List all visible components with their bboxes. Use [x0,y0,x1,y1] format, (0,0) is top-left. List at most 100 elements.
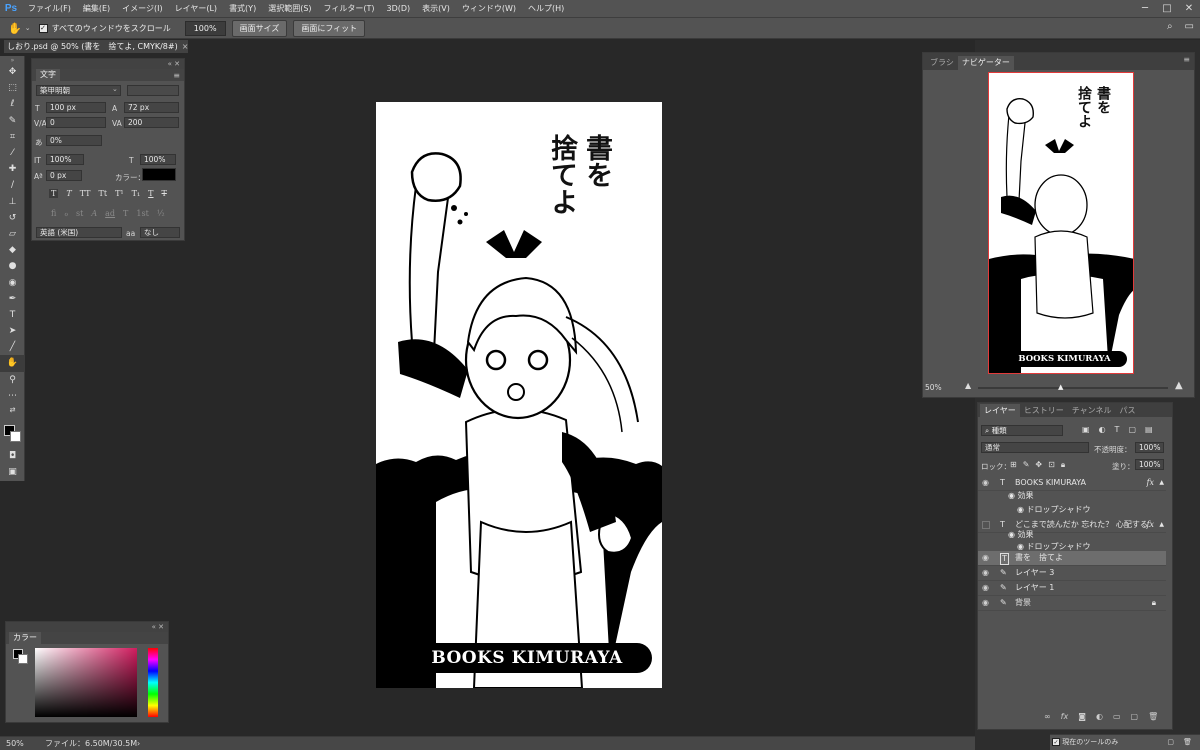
layer-fx-badge[interactable]: fx [1147,518,1154,532]
effect-row[interactable]: ◉ ドロップシャドウ [1017,504,1091,515]
screen-size-button[interactable]: 画面サイズ [231,19,288,37]
scroll-all-checkbox[interactable]: ✓ [38,23,48,33]
status-zoom[interactable]: 50% [6,737,24,750]
layer-row[interactable]: ◉ ✎ 背景 🔒︎ [978,596,1166,611]
expand-effects-icon[interactable]: ▲ [1159,476,1164,490]
brush-tool-icon[interactable]: ∕ [0,177,25,193]
blend-mode-dropdown[interactable]: 通常 [981,442,1089,453]
visibility-eye-icon[interactable]: ◉ [1008,530,1018,539]
new-adjustment-icon[interactable]: ◐ [1096,712,1103,721]
baseline-shift-field[interactable]: 0 px [46,170,82,181]
navigator-zoom-slider[interactable] [978,387,1168,389]
new-layer-icon[interactable]: ▢ [1131,712,1139,721]
visibility-eye-icon[interactable]: ◉ [982,596,989,610]
visibility-eye-icon[interactable]: ◉ [982,476,989,490]
lock-transparent-icon[interactable]: ⊞ [1010,460,1017,470]
visibility-eye-icon[interactable]: ◉ [982,581,989,595]
workspace-icon[interactable]: ▭ [1185,21,1194,32]
ordinals-alt-button[interactable]: ad [105,209,115,218]
navigator-slider-handle[interactable]: ▲ [1058,383,1063,391]
minimize-button[interactable]: ─ [1134,0,1156,17]
ligature-button[interactable]: fi [51,209,56,218]
navigator-thumbnail[interactable]: 書を 捨てよ BOOKS KIMURAYA [988,72,1134,374]
swash-button[interactable]: A [91,209,97,218]
tab-channels[interactable]: チャンネル [1068,404,1116,417]
panel-collapse-icon[interactable]: « ✕ [6,622,168,632]
eyedropper-tool-icon[interactable]: ⁄ [0,145,25,161]
layer-row[interactable]: T どこまで読んだか 忘れた？ 心配する... fx ▲ [978,518,1166,533]
background-color-swatch[interactable] [10,431,21,442]
panel-collapse-icon[interactable]: « ✕ [32,59,184,69]
faux-italic-button[interactable]: T [66,189,71,198]
visibility-eye-icon[interactable]: ◉ [1017,542,1027,551]
font-size-field[interactable]: 100 px [46,102,106,113]
tab-character[interactable]: 文字 [36,69,60,81]
kerning-field[interactable]: 0 [46,117,106,128]
titling-button[interactable]: T [123,209,128,218]
layer-filter-dropdown[interactable]: ⌕ 種類 [981,425,1063,436]
tracking-field[interactable]: 200 [124,117,179,128]
tab-navigator[interactable]: ナビゲーター [957,56,1014,70]
color-hue-slider[interactable] [148,648,158,717]
close-document-button[interactable]: × [182,42,189,51]
tab-layers[interactable]: レイヤー [980,404,1020,417]
font-style-dropdown[interactable] [127,85,179,96]
visibility-empty-box[interactable] [982,521,990,529]
delete-preset-icon[interactable]: 🗑︎ [1183,735,1192,750]
effects-row[interactable]: ◉ 効果 [1008,490,1034,501]
discretionary-ligature-button[interactable]: ℴ [64,209,68,218]
antialias-dropdown[interactable]: なし [140,227,180,238]
marquee-tool-icon[interactable]: ⬚ [0,80,25,96]
lock-position-icon[interactable]: ✥ [1035,460,1042,470]
hand-tool-selected-icon[interactable]: ✋ [0,355,25,372]
horizontal-scale-field[interactable]: 100% [140,154,176,165]
lock-pixels-icon[interactable]: ✎ [1023,460,1030,470]
faux-bold-button[interactable]: T [49,189,59,198]
ordinals-button[interactable]: 1st [136,209,148,218]
new-preset-icon[interactable]: ▢ [1167,735,1174,750]
fill-field[interactable]: 100% [1135,459,1164,470]
visibility-eye-icon[interactable]: ◉ [1008,491,1018,500]
move-tool-icon[interactable]: ✥ [0,64,25,80]
zoom-out-icon[interactable]: ▲ [965,381,971,390]
tab-history[interactable]: ヒストリー [1020,404,1068,417]
filter-shape-icon[interactable]: ▢ [1128,425,1136,434]
photoshop-logo[interactable]: Ps [0,3,22,14]
lock-all-icon[interactable]: 🔒︎ [1061,460,1065,470]
leading-field[interactable]: 72 px [124,102,179,113]
shape-tool-icon[interactable]: ╱ [0,339,25,355]
strikethrough-button[interactable]: T [162,189,167,198]
link-layers-icon[interactable]: ∞ [1044,712,1051,721]
new-group-icon[interactable]: ▭ [1113,712,1121,721]
clone-stamp-tool-icon[interactable]: ⊥ [0,194,25,210]
underline-button[interactable]: T [148,189,153,198]
effects-row[interactable]: ◉ 効果 [1008,529,1034,540]
swap-colors-icon[interactable]: ⇄ [0,404,25,416]
type-tool-icon[interactable]: T [0,307,25,323]
eraser-tool-icon[interactable]: ▱ [0,226,25,242]
history-brush-tool-icon[interactable]: ↺ [0,210,25,226]
screen-mode-icon[interactable]: ▣ [0,464,25,480]
layer-fx-badge[interactable]: fx [1147,476,1154,490]
tab-color[interactable]: カラー [9,632,41,644]
menu-type[interactable]: 書式(Y) [223,3,262,14]
menu-edit[interactable]: 編集(E) [77,3,116,14]
small-caps-button[interactable]: Tt [99,189,108,198]
filter-pixel-icon[interactable]: ▣ [1082,425,1090,434]
current-tool-only-checkbox[interactable]: ✓ [1052,738,1060,746]
panel-menu-icon[interactable]: ≡ [1183,55,1190,64]
opacity-field[interactable]: 100% [1135,442,1164,453]
language-dropdown[interactable]: 英語 (米国) [36,227,122,238]
quick-mask-icon[interactable]: ◘ [0,448,25,464]
layer-row-selected[interactable]: ◉ T 書を 捨てよ [978,551,1166,566]
layer-row[interactable]: ◉ ✎ レイヤー 3 [978,566,1166,581]
zoom-100-button[interactable]: 100% [184,20,226,36]
menu-layer[interactable]: レイヤー(L) [169,3,223,14]
close-window-button[interactable]: ✕ [1178,0,1200,17]
visibility-eye-icon[interactable]: ◉ [982,566,989,580]
color-saturation-field[interactable] [35,648,137,717]
vertical-scale-field[interactable]: 100% [46,154,84,165]
tsume-field[interactable]: 0% [46,135,102,146]
lock-artboard-icon[interactable]: ⊡ [1048,460,1055,470]
status-menu-arrow[interactable]: › [137,737,140,750]
